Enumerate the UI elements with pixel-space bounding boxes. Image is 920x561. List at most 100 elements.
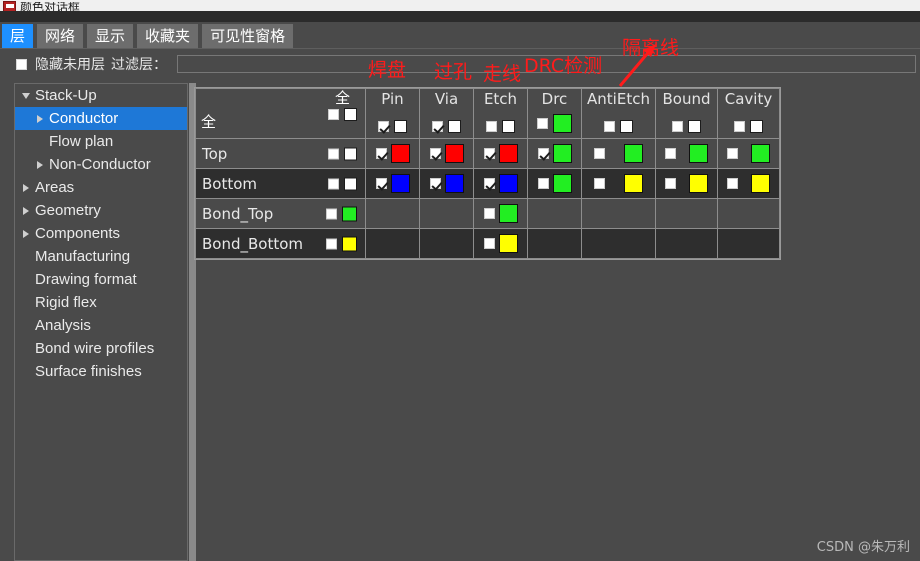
cell-cavity[interactable] [717, 138, 780, 169]
sidebar-item-analysis[interactable]: Analysis [15, 314, 187, 337]
sidebar-item-surface-finishes[interactable]: Surface finishes [15, 360, 187, 383]
tab-3[interactable]: 显示 [87, 24, 134, 48]
row-1-pin-checkbox[interactable] [375, 178, 387, 189]
cell-etch[interactable] [473, 138, 528, 169]
row-3-etch-checkbox[interactable] [483, 238, 495, 249]
layer-name-cell[interactable]: Top [195, 138, 366, 169]
layer-name-cell[interactable]: Bond_Bottom [195, 228, 366, 259]
header-bound-checkbox[interactable] [688, 120, 701, 133]
row-1-drc-color-swatch[interactable] [552, 174, 572, 193]
header-drc-color-swatch[interactable] [553, 114, 572, 133]
header-etch-checkbox[interactable] [502, 120, 515, 133]
sidebar-item-drawing-format[interactable]: Drawing format [15, 268, 187, 291]
row-1-pin-color-swatch[interactable] [390, 174, 410, 193]
chevron-right-icon[interactable] [19, 229, 33, 238]
layer-name-cell[interactable]: Bottom [195, 168, 366, 199]
row-0-pin-color-swatch[interactable] [390, 144, 410, 163]
row-0-pin-checkbox[interactable] [375, 148, 387, 159]
header-via-checkbox[interactable] [432, 121, 443, 132]
sidebar-item-areas[interactable]: Areas [15, 176, 187, 199]
tab-4[interactable]: 收藏夹 [137, 24, 199, 48]
row-0-drc-checkbox[interactable] [537, 148, 549, 159]
row-0-name-checkbox[interactable] [328, 148, 339, 159]
row-0-cavity-color-swatch[interactable] [750, 144, 770, 163]
row-0-etch-color-swatch[interactable] [498, 144, 518, 163]
sidebar-item-bond-wire-profiles[interactable]: Bond wire profiles [15, 337, 187, 360]
row-0-bound-color-swatch[interactable] [688, 144, 708, 163]
tab-5[interactable]: 可见性窗格 [202, 24, 294, 48]
cell-etch[interactable] [473, 168, 528, 199]
row-3-name-checkbox[interactable] [326, 238, 337, 249]
layer-name-cell[interactable]: Bond_Top [195, 198, 366, 229]
chevron-right-icon[interactable] [33, 114, 47, 123]
row-1-bound-checkbox[interactable] [665, 178, 677, 189]
row-0-via-checkbox[interactable] [429, 148, 441, 159]
chevron-down-icon[interactable] [19, 92, 33, 99]
header-pin-checkbox[interactable] [378, 121, 389, 132]
row-3-name-color-swatch[interactable] [342, 236, 357, 251]
row-0-via-color-swatch[interactable] [444, 144, 464, 163]
sidebar-item-non-conductor[interactable]: Non-Conductor [15, 153, 187, 176]
cell-drc[interactable] [527, 138, 582, 169]
row-1-name-checkbox[interactable] [344, 177, 357, 190]
chevron-right-icon[interactable] [33, 160, 47, 169]
filter-layers-input[interactable] [177, 55, 916, 73]
cell-etch[interactable] [473, 198, 528, 229]
cell-bound[interactable] [655, 168, 718, 199]
header-name-all-checkbox[interactable] [328, 109, 339, 120]
cell-via[interactable] [419, 138, 474, 169]
header-name-all-checkbox[interactable] [344, 108, 357, 121]
sidebar-item-conductor[interactable]: Conductor [15, 107, 187, 130]
row-1-bound-color-swatch[interactable] [688, 174, 708, 193]
sidebar-item-components[interactable]: Components [15, 222, 187, 245]
cell-antietch[interactable] [581, 138, 656, 169]
row-1-cavity-checkbox[interactable] [727, 178, 739, 189]
sidebar-item-rigid-flex[interactable]: Rigid flex [15, 291, 187, 314]
cell-bound[interactable] [655, 138, 718, 169]
row-1-via-checkbox[interactable] [429, 178, 441, 189]
sidebar-item-stack-up[interactable]: Stack-Up [15, 84, 187, 107]
header-via-checkbox[interactable] [448, 120, 461, 133]
header-bound-checkbox[interactable] [672, 121, 683, 132]
chevron-right-icon[interactable] [19, 183, 33, 192]
row-1-drc-checkbox[interactable] [537, 178, 549, 189]
header-antietch-checkbox[interactable] [604, 121, 615, 132]
cell-cavity[interactable] [717, 168, 780, 199]
chevron-right-icon[interactable] [19, 206, 33, 215]
hide-unused-layers-checkbox[interactable] [16, 58, 27, 70]
header-cavity-checkbox[interactable] [734, 121, 745, 132]
row-1-name-checkbox[interactable] [328, 178, 339, 189]
header-etch-checkbox[interactable] [486, 121, 497, 132]
header-drc-checkbox[interactable] [537, 118, 548, 129]
row-2-etch-color-swatch[interactable] [498, 204, 518, 223]
row-0-cavity-checkbox[interactable] [727, 148, 739, 159]
row-2-etch-checkbox[interactable] [483, 208, 495, 219]
cell-etch[interactable] [473, 228, 528, 259]
row-2-name-color-swatch[interactable] [342, 206, 357, 221]
cell-drc[interactable] [527, 168, 582, 199]
row-2-name-checkbox[interactable] [326, 208, 337, 219]
row-1-etch-checkbox[interactable] [483, 178, 495, 189]
cell-pin[interactable] [365, 138, 420, 169]
tab-1[interactable]: 层 [2, 24, 34, 48]
row-1-etch-color-swatch[interactable] [498, 174, 518, 193]
row-1-via-color-swatch[interactable] [444, 174, 464, 193]
row-0-bound-checkbox[interactable] [665, 148, 677, 159]
header-antietch-checkbox[interactable] [620, 120, 633, 133]
row-1-antietch-checkbox[interactable] [594, 178, 606, 189]
cell-via[interactable] [419, 168, 474, 199]
sidebar-item-geometry[interactable]: Geometry [15, 199, 187, 222]
row-0-drc-color-swatch[interactable] [552, 144, 572, 163]
row-0-name-checkbox[interactable] [344, 147, 357, 160]
row-1-antietch-color-swatch[interactable] [623, 174, 643, 193]
row-0-antietch-color-swatch[interactable] [623, 144, 643, 163]
tab-2[interactable]: 网络 [37, 24, 84, 48]
row-3-etch-color-swatch[interactable] [498, 234, 518, 253]
row-1-cavity-color-swatch[interactable] [750, 174, 770, 193]
cell-antietch[interactable] [581, 168, 656, 199]
sidebar-item-manufacturing[interactable]: Manufacturing [15, 245, 187, 268]
row-0-etch-checkbox[interactable] [483, 148, 495, 159]
header-pin-checkbox[interactable] [394, 120, 407, 133]
cell-pin[interactable] [365, 168, 420, 199]
sidebar-item-flow-plan[interactable]: Flow plan [15, 130, 187, 153]
